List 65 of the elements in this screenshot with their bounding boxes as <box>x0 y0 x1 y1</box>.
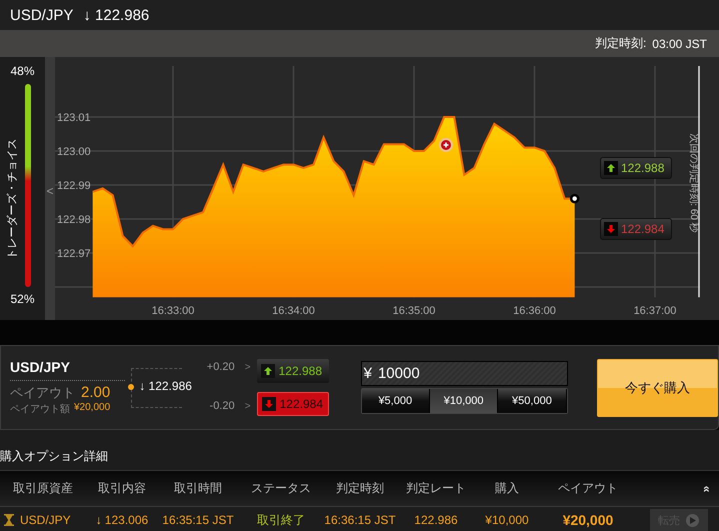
arrow-up-icon <box>262 366 273 376</box>
next-expiry-label: 次回の判定時刻: 60 秒 <box>688 133 699 233</box>
column-header: ステータス <box>238 470 324 506</box>
up-quote-badge: 122.988 <box>600 157 672 179</box>
axis-tick-label: 122.97 <box>57 248 91 260</box>
entry-marker-icon <box>439 138 453 152</box>
axis-tick-label: 123.01 <box>57 112 91 124</box>
payout-label: ペイアウト <box>10 384 75 402</box>
arrow-down-icon <box>606 224 616 234</box>
down-quote-badge: 122.984 <box>600 218 672 240</box>
preset-amount-button[interactable]: ¥10,000 <box>430 389 498 413</box>
table-cell: ¥20,000 <box>538 506 638 531</box>
table-cell: USD/JPY <box>20 513 71 527</box>
current-rate: ↓ 122.986 <box>139 378 192 392</box>
column-header: 取引原資産 <box>0 470 86 506</box>
hourglass-icon <box>4 514 14 526</box>
axis-tick-label: 16:37:00 <box>634 305 676 317</box>
direction-arrow: ↓ <box>96 513 102 527</box>
table-cell: 16:35:15 JST <box>158 506 238 531</box>
table-cell: 16:36:15 JST <box>324 506 396 531</box>
table-cell: 122.986 <box>396 506 476 531</box>
preset-amount-button[interactable]: ¥50,000 <box>498 389 567 413</box>
asset-name: USD/JPY <box>10 359 126 381</box>
payout-amount-label: ペイアウト額 <box>10 402 70 416</box>
current-point-marker <box>570 194 580 204</box>
arrow-down-icon <box>264 399 274 409</box>
chevron-label: > <box>244 362 251 372</box>
axis-tick-label: 122.98 <box>57 214 91 226</box>
axis-tick-label: 123.00 <box>57 146 91 158</box>
column-header: ペイアウト <box>538 470 638 506</box>
table-cell: 取引終了 <box>238 506 324 531</box>
offset-label: +0.20 <box>206 360 235 372</box>
preset-amount-button[interactable]: ¥5,000 <box>362 389 430 413</box>
column-header: 購入 <box>476 470 538 506</box>
axis-tick-label: 16:35:00 <box>392 305 436 317</box>
chevron-label: > <box>244 400 251 412</box>
currency-pair: USD/JPY <box>10 6 74 24</box>
expiry-time: 03:00 JST <box>652 36 707 50</box>
collapse-toggle[interactable]: < <box>45 57 55 320</box>
buy-now-button[interactable]: 今すぐ購入 <box>596 358 718 416</box>
current-rate: ↓ 122.986 <box>83 6 150 24</box>
column-header: 判定レート <box>396 470 476 506</box>
call-button[interactable]: 122.988 <box>256 359 329 383</box>
section-title: 購入オプション詳細 <box>0 448 109 465</box>
column-header: 判定時刻 <box>324 470 396 506</box>
percentage-label: 48% <box>10 64 35 78</box>
collapse-toggle[interactable]: » <box>698 485 713 492</box>
payout-amount: ¥20,000 <box>74 402 110 415</box>
rate-dot <box>128 384 134 390</box>
column-header: 取引時間 <box>158 470 238 506</box>
meter-caption: トレーダーズ・チョイス <box>6 138 20 260</box>
axis-tick-label: 16:36:00 <box>513 305 556 317</box>
percentage-label: 52% <box>10 292 35 306</box>
arrow-up-icon <box>606 163 616 173</box>
offset-label: -0.20 <box>210 400 235 412</box>
play-icon <box>686 514 699 526</box>
axis-tick-label: 16:34:00 <box>272 305 315 317</box>
table-cell: 123.006 <box>104 513 148 527</box>
column-header: 取引内容 <box>86 470 158 506</box>
axis-tick-label: 16:33:00 <box>152 305 194 317</box>
expiry-label: 判定時刻: <box>594 35 646 52</box>
table-cell: ¥10,000 <box>476 506 538 531</box>
amount-field[interactable]: ¥ 10000 <box>360 361 568 386</box>
axis-tick-label: 122.99 <box>57 180 91 192</box>
payout-ratio: 2.00 <box>81 384 110 401</box>
